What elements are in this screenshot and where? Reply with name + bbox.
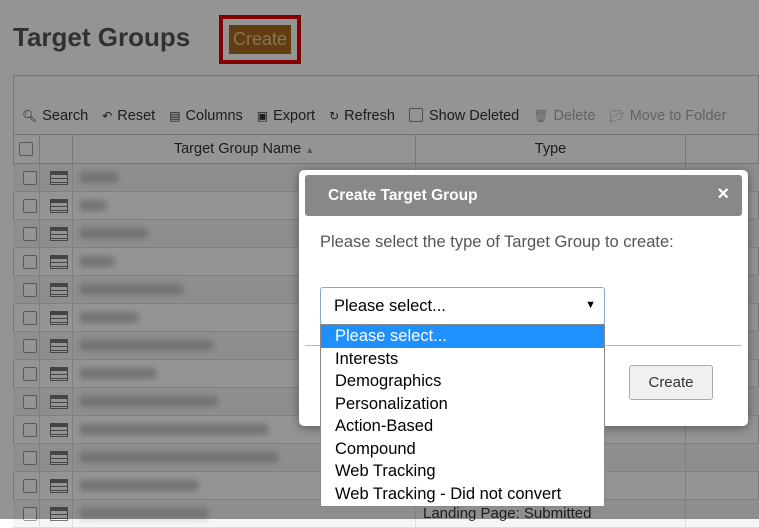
dropdown-option[interactable]: Interests: [321, 348, 604, 371]
chevron-down-icon: ▼: [585, 299, 596, 311]
close-icon[interactable]: ×: [717, 183, 729, 206]
modal-title: Create Target Group: [328, 187, 478, 204]
dropdown-option[interactable]: Personalization: [321, 393, 604, 416]
dropdown-option[interactable]: Compound: [321, 438, 604, 461]
dropdown-option[interactable]: Action-Based: [321, 415, 604, 438]
dropdown-option[interactable]: Web Tracking - Did not convert: [321, 483, 604, 506]
select-value: Please select...: [334, 297, 446, 315]
dropdown-option[interactable]: Please select...: [321, 325, 604, 348]
dropdown-option[interactable]: Demographics: [321, 370, 604, 393]
type-dropdown-list: Please select... Interests Demographics Per…: [320, 324, 605, 507]
modal-create-button[interactable]: Create: [629, 365, 713, 400]
modal-prompt: Please select the type of Target Group t…: [320, 233, 674, 251]
dropdown-option[interactable]: Web Tracking: [321, 460, 604, 483]
target-group-type-select[interactable]: Please select... ▼: [320, 287, 605, 325]
modal-header: Create Target Group ×: [305, 175, 742, 216]
